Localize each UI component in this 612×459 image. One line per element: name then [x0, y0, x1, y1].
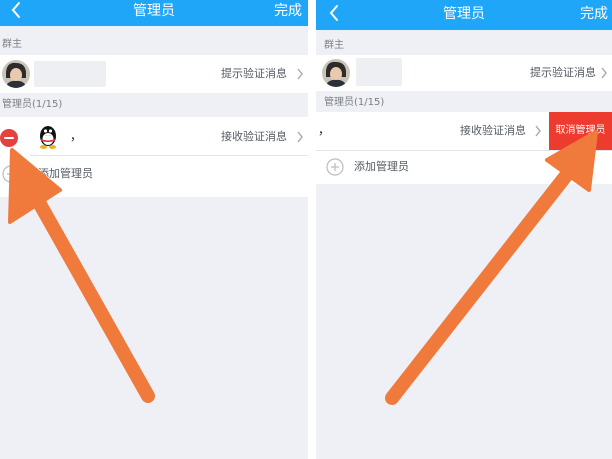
done-button[interactable]: 完成 [274, 2, 302, 20]
owner-verify-link[interactable]: 提示验证消息 [530, 66, 596, 80]
qq-penguin-avatar [34, 122, 62, 150]
add-circle-icon[interactable] [2, 165, 20, 183]
admin-verify-link[interactable]: 接收验证消息 [221, 130, 287, 144]
avatar [2, 60, 30, 88]
screenshot-panel-right: 管理员 完成 群主 提示验证消息 管理员(1/15) ， 接收验证消息 取消管理… [316, 0, 612, 459]
done-button[interactable]: 完成 [580, 5, 608, 23]
nav-header: 管理员 完成 [316, 0, 612, 30]
owner-verify-link[interactable]: 提示验证消息 [221, 67, 287, 81]
owner-row[interactable]: 提示验证消息 [316, 55, 612, 91]
admin-section-label: 管理员(1/15) [2, 99, 63, 110]
screenshot-panel-left: 管理员 完成 群主 提示验证消息 管理员(1/15) ， 接收验证消息 添加管理… [0, 0, 308, 459]
admin-name: ， [318, 123, 331, 137]
add-admin-label[interactable]: 添加管理员 [38, 167, 93, 181]
add-admin-label[interactable]: 添加管理员 [354, 160, 409, 174]
owner-section-label: 群主 [2, 39, 22, 50]
nav-header: 管理员 完成 [0, 0, 308, 26]
cancel-admin-button[interactable]: 取消管理员 [549, 112, 612, 150]
add-circle-icon[interactable] [326, 158, 344, 176]
admin-name: ， [70, 129, 83, 143]
admin-list: ， 接收验证消息 取消管理员 添加管理员 [316, 112, 612, 184]
panel-divider [308, 0, 316, 459]
owner-section-label: 群主 [324, 40, 344, 51]
owner-row[interactable]: 提示验证消息 [0, 55, 308, 93]
chevron-right-icon [297, 68, 303, 80]
owner-name-placeholder [356, 58, 402, 86]
remove-admin-icon[interactable] [0, 129, 18, 147]
admin-verify-link[interactable]: 接收验证消息 [460, 124, 526, 138]
page-title: 管理员 [443, 6, 485, 22]
admin-section-label: 管理员(1/15) [324, 97, 385, 108]
chevron-right-icon [535, 125, 541, 137]
owner-name-placeholder [34, 61, 106, 87]
admin-list: ， 接收验证消息 添加管理员 [0, 117, 308, 197]
row-divider [30, 155, 308, 156]
chevron-right-icon [601, 67, 607, 79]
page-title: 管理员 [133, 3, 175, 19]
chevron-right-icon [297, 131, 303, 143]
avatar [322, 59, 350, 87]
row-divider [316, 150, 612, 151]
